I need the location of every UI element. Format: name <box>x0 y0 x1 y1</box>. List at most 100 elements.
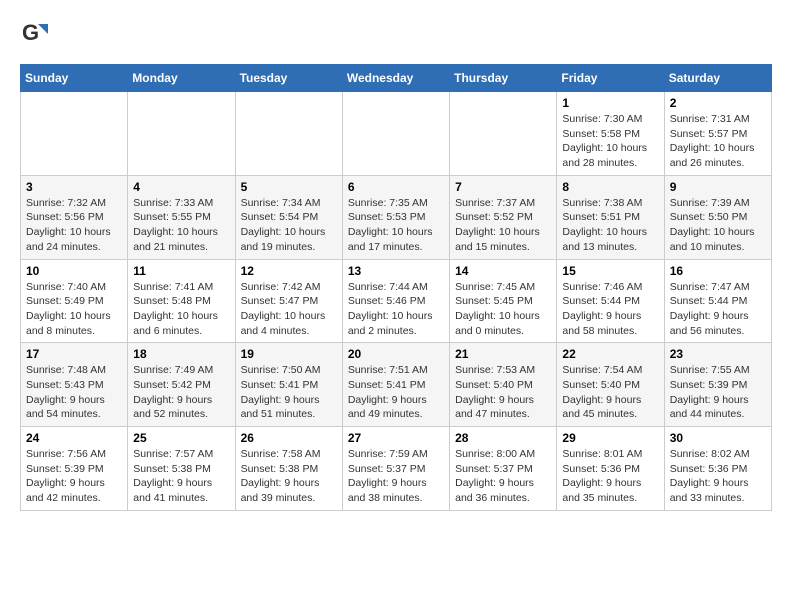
day-number: 15 <box>562 264 658 278</box>
calendar-week-5: 24 Sunrise: 7:56 AMSunset: 5:39 PMDayligh… <box>21 427 772 511</box>
day-number: 21 <box>455 347 551 361</box>
day-number: 28 <box>455 431 551 445</box>
calendar-header-sunday: Sunday <box>21 65 128 92</box>
day-number: 26 <box>241 431 337 445</box>
day-number: 6 <box>348 180 444 194</box>
day-info: Sunrise: 7:37 AMSunset: 5:52 PMDaylight:… <box>455 196 551 255</box>
day-info: Sunrise: 7:58 AMSunset: 5:38 PMDaylight:… <box>241 447 337 506</box>
calendar-cell: 20Sunrise: 7:51 AMSunset: 5:41 PMDayligh… <box>342 343 449 427</box>
day-number: 3 <box>26 180 122 194</box>
day-number: 30 <box>670 431 766 445</box>
calendar-cell: 15 Sunrise: 7:46 AMSunset: 5:44 PMDayligh… <box>557 259 664 343</box>
calendar-cell: 7 Sunrise: 7:37 AMSunset: 5:52 PMDaylight… <box>450 175 557 259</box>
day-info: Sunrise: 7:46 AMSunset: 5:44 PMDaylight:… <box>562 280 658 339</box>
calendar-cell: 2 Sunrise: 7:31 AMSunset: 5:57 PMDaylight… <box>664 92 771 176</box>
day-info: Sunrise: 7:50 AMSunset: 5:41 PMDaylight:… <box>241 363 337 422</box>
calendar-week-3: 10 Sunrise: 7:40 AMSunset: 5:49 PMDayligh… <box>21 259 772 343</box>
calendar-cell: 1 Sunrise: 7:30 AMSunset: 5:58 PMDaylight… <box>557 92 664 176</box>
day-info: Sunrise: 7:39 AMSunset: 5:50 PMDaylight:… <box>670 196 766 255</box>
day-info: Sunrise: 8:00 AMSunset: 5:37 PMDaylight:… <box>455 447 551 506</box>
day-info: Sunrise: 7:49 AMSunset: 5:42 PMDaylight:… <box>133 363 229 422</box>
day-number: 1 <box>562 96 658 110</box>
day-number: 2 <box>670 96 766 110</box>
calendar-table: SundayMondayTuesdayWednesdayThursdayFrid… <box>20 64 772 511</box>
day-number: 16 <box>670 264 766 278</box>
calendar-header-saturday: Saturday <box>664 65 771 92</box>
day-number: 24 <box>26 431 122 445</box>
day-info: Sunrise: 7:34 AMSunset: 5:54 PMDaylight:… <box>241 196 337 255</box>
calendar-header-friday: Friday <box>557 65 664 92</box>
calendar-header-wednesday: Wednesday <box>342 65 449 92</box>
day-info: Sunrise: 7:31 AMSunset: 5:57 PMDaylight:… <box>670 112 766 171</box>
calendar-cell: 10 Sunrise: 7:40 AMSunset: 5:49 PMDayligh… <box>21 259 128 343</box>
calendar-cell <box>128 92 235 176</box>
day-number: 23 <box>670 347 766 361</box>
day-number: 29 <box>562 431 658 445</box>
calendar-cell: 19 Sunrise: 7:50 AMSunset: 5:41 PMDayligh… <box>235 343 342 427</box>
calendar-cell: 9 Sunrise: 7:39 AMSunset: 5:50 PMDaylight… <box>664 175 771 259</box>
calendar-cell: 5 Sunrise: 7:34 AMSunset: 5:54 PMDaylight… <box>235 175 342 259</box>
day-number: 10 <box>26 264 122 278</box>
day-info: Sunrise: 7:57 AMSunset: 5:38 PMDaylight:… <box>133 447 229 506</box>
day-number: 7 <box>455 180 551 194</box>
day-info: Sunrise: 7:40 AMSunset: 5:49 PMDaylight:… <box>26 280 122 339</box>
calendar-cell <box>450 92 557 176</box>
day-info: Sunrise: 8:01 AMSunset: 5:36 PMDaylight:… <box>562 447 658 506</box>
calendar-cell: 22 Sunrise: 7:54 AMSunset: 5:40 PMDayligh… <box>557 343 664 427</box>
day-info: Sunrise: 7:38 AMSunset: 5:51 PMDaylight:… <box>562 196 658 255</box>
calendar-cell <box>21 92 128 176</box>
day-number: 17 <box>26 347 122 361</box>
day-info: Sunrise: 7:51 AMSunset: 5:41 PMDaylight:… <box>348 363 444 422</box>
day-info: Sunrise: 7:35 AMSunset: 5:53 PMDaylight:… <box>348 196 444 255</box>
day-number: 14 <box>455 264 551 278</box>
day-info: Sunrise: 7:59 AMSunset: 5:37 PMDaylight:… <box>348 447 444 506</box>
logo-icon: G <box>20 20 48 48</box>
calendar-cell: 16 Sunrise: 7:47 AMSunset: 5:44 PMDayligh… <box>664 259 771 343</box>
day-number: 27 <box>348 431 444 445</box>
day-info: Sunrise: 7:55 AMSunset: 5:39 PMDaylight:… <box>670 363 766 422</box>
calendar-cell <box>235 92 342 176</box>
day-number: 19 <box>241 347 337 361</box>
day-number: 12 <box>241 264 337 278</box>
day-info: Sunrise: 7:56 AMSunset: 5:39 PMDaylight:… <box>26 447 122 506</box>
day-number: 22 <box>562 347 658 361</box>
calendar-week-2: 3 Sunrise: 7:32 AMSunset: 5:56 PMDaylight… <box>21 175 772 259</box>
day-info: Sunrise: 7:47 AMSunset: 5:44 PMDaylight:… <box>670 280 766 339</box>
day-info: Sunrise: 7:44 AMSunset: 5:46 PMDaylight:… <box>348 280 444 339</box>
day-number: 4 <box>133 180 229 194</box>
calendar-header-row: SundayMondayTuesdayWednesdayThursdayFrid… <box>21 65 772 92</box>
calendar-cell: 27 Sunrise: 7:59 AMSunset: 5:37 PMDayligh… <box>342 427 449 511</box>
day-info: Sunrise: 7:32 AMSunset: 5:56 PMDaylight:… <box>26 196 122 255</box>
calendar-cell: 24 Sunrise: 7:56 AMSunset: 5:39 PMDayligh… <box>21 427 128 511</box>
day-number: 5 <box>241 180 337 194</box>
day-info: Sunrise: 7:30 AMSunset: 5:58 PMDaylight:… <box>562 112 658 171</box>
day-number: 13 <box>348 264 444 278</box>
calendar-cell: 21Sunrise: 7:53 AMSunset: 5:40 PMDayligh… <box>450 343 557 427</box>
calendar-week-1: 1 Sunrise: 7:30 AMSunset: 5:58 PMDaylight… <box>21 92 772 176</box>
day-number: 18 <box>133 347 229 361</box>
calendar-cell: 25 Sunrise: 7:57 AMSunset: 5:38 PMDayligh… <box>128 427 235 511</box>
calendar-cell: 30 Sunrise: 8:02 AMSunset: 5:36 PMDayligh… <box>664 427 771 511</box>
svg-text:G: G <box>22 20 39 45</box>
day-info: Sunrise: 7:48 AMSunset: 5:43 PMDaylight:… <box>26 363 122 422</box>
calendar-cell: 18 Sunrise: 7:49 AMSunset: 5:42 PMDayligh… <box>128 343 235 427</box>
day-info: Sunrise: 7:42 AMSunset: 5:47 PMDaylight:… <box>241 280 337 339</box>
calendar-header-tuesday: Tuesday <box>235 65 342 92</box>
calendar-week-4: 17 Sunrise: 7:48 AMSunset: 5:43 PMDayligh… <box>21 343 772 427</box>
day-number: 25 <box>133 431 229 445</box>
calendar-cell: 23 Sunrise: 7:55 AMSunset: 5:39 PMDayligh… <box>664 343 771 427</box>
day-number: 9 <box>670 180 766 194</box>
calendar-cell: 13 Sunrise: 7:44 AMSunset: 5:46 PMDayligh… <box>342 259 449 343</box>
logo: G <box>20 20 52 48</box>
calendar-header-monday: Monday <box>128 65 235 92</box>
calendar-header-thursday: Thursday <box>450 65 557 92</box>
calendar-cell: 29 Sunrise: 8:01 AMSunset: 5:36 PMDayligh… <box>557 427 664 511</box>
day-info: Sunrise: 7:54 AMSunset: 5:40 PMDaylight:… <box>562 363 658 422</box>
day-info: Sunrise: 7:33 AMSunset: 5:55 PMDaylight:… <box>133 196 229 255</box>
day-info: Sunrise: 8:02 AMSunset: 5:36 PMDaylight:… <box>670 447 766 506</box>
calendar-cell: 8 Sunrise: 7:38 AMSunset: 5:51 PMDaylight… <box>557 175 664 259</box>
day-number: 11 <box>133 264 229 278</box>
calendar-cell: 14Sunrise: 7:45 AMSunset: 5:45 PMDayligh… <box>450 259 557 343</box>
day-info: Sunrise: 7:41 AMSunset: 5:48 PMDaylight:… <box>133 280 229 339</box>
day-number: 8 <box>562 180 658 194</box>
